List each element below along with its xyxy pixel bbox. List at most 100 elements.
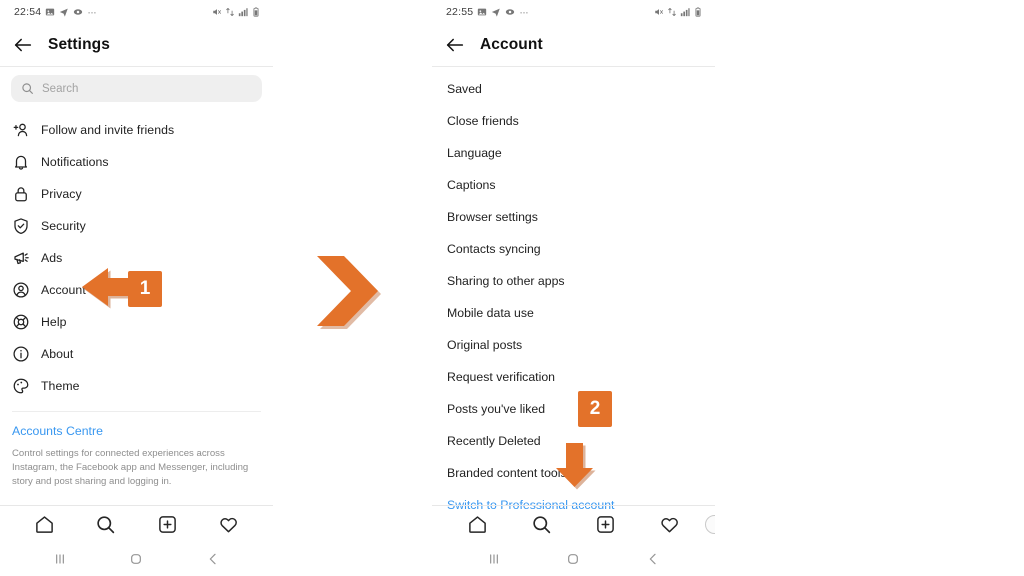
- system-navigation-bar: [432, 542, 715, 576]
- account-item-label: Saved: [447, 82, 482, 96]
- person-add-icon: [13, 123, 28, 137]
- data-sync-icon: [226, 7, 234, 17]
- account-item-label: Language: [447, 146, 502, 160]
- account-item-captions[interactable]: Captions: [432, 169, 715, 201]
- sidebar-item-label: About: [41, 347, 74, 361]
- sidebar-item-label: Help: [41, 315, 67, 329]
- status-bar-left-group: 22:54: [14, 7, 97, 18]
- sidebar-item-label: Follow and invite friends: [41, 123, 175, 137]
- add-post-icon[interactable]: [157, 514, 178, 535]
- signal-bars-icon: [680, 8, 690, 17]
- accounts-centre-section: Accounts Centre Control settings for con…: [0, 412, 273, 489]
- account-item-original-posts[interactable]: Original posts: [432, 329, 715, 361]
- sidebar-item-ads[interactable]: Ads: [0, 242, 273, 274]
- back-chevron-icon[interactable]: [205, 551, 221, 567]
- megaphone-icon: [14, 252, 29, 265]
- sidebar-item-label: Privacy: [41, 187, 82, 201]
- account-circle-icon: [13, 282, 29, 298]
- heart-icon[interactable]: [218, 514, 239, 535]
- sidebar-item-label: Notifications: [41, 155, 109, 169]
- home-circle-icon[interactable]: [565, 551, 581, 567]
- account-header: Account: [432, 24, 715, 66]
- account-item-sharing-to-other-apps[interactable]: Sharing to other apps: [432, 265, 715, 297]
- palette-icon: [13, 378, 29, 394]
- bottom-navigation-left: [0, 505, 273, 576]
- sidebar-item-follow-and-invite-friends[interactable]: Follow and invite friends: [0, 114, 273, 146]
- sidebar-item-notifications[interactable]: Notifications: [0, 146, 273, 178]
- flow-chevron-right-icon: [317, 256, 381, 329]
- back-arrow-icon[interactable]: [12, 34, 34, 56]
- sidebar-item-privacy[interactable]: Privacy: [0, 178, 273, 210]
- settings-header: Settings: [0, 24, 273, 66]
- account-item-request-verification[interactable]: Request verification: [432, 361, 715, 393]
- search-icon[interactable]: [531, 514, 552, 535]
- account-item-contacts-syncing[interactable]: Contacts syncing: [432, 233, 715, 265]
- tab-bar: [432, 506, 715, 542]
- account-item-label: Sharing to other apps: [447, 274, 565, 288]
- sidebar-item-label: Theme: [41, 379, 80, 393]
- status-bar-right-group: [212, 0, 261, 24]
- lifebuoy-icon: [13, 314, 29, 330]
- search-icon[interactable]: [95, 514, 116, 535]
- step-2-badge: 2: [578, 391, 612, 427]
- settings-list: Follow and invite friends Notifications …: [0, 108, 273, 402]
- account-item-mobile-data-use[interactable]: Mobile data use: [432, 297, 715, 329]
- page-title: Account: [480, 36, 543, 53]
- sidebar-item-security[interactable]: Security: [0, 210, 273, 242]
- account-item-language[interactable]: Language: [432, 137, 715, 169]
- account-item-label: Browser settings: [447, 210, 538, 224]
- profile-avatar-icon[interactable]: [705, 515, 715, 534]
- data-sync-icon: [668, 7, 676, 17]
- account-item-label: Branded content tools: [447, 466, 567, 480]
- search-input[interactable]: Search: [11, 75, 262, 102]
- eye-icon: [74, 9, 83, 15]
- page-title: Settings: [48, 36, 110, 53]
- add-post-icon[interactable]: [595, 514, 616, 535]
- accounts-centre-description: Control settings for connected experienc…: [12, 448, 249, 487]
- search-placeholder: Search: [42, 82, 79, 95]
- sidebar-item-label: Ads: [41, 251, 63, 265]
- home-circle-icon[interactable]: [128, 551, 144, 567]
- search-container: Search: [0, 67, 273, 108]
- sidebar-item-theme[interactable]: Theme: [0, 370, 273, 402]
- account-item-saved[interactable]: Saved: [432, 73, 715, 105]
- step-1-arrow-left-icon: [82, 268, 132, 309]
- account-item-label: Request verification: [447, 370, 555, 384]
- tab-bar: [0, 506, 273, 542]
- telegram-send-icon: [60, 8, 69, 17]
- status-time: 22:54: [14, 5, 42, 18]
- status-bar-left-group: 22:55: [446, 7, 529, 18]
- step-2-arrow-down-icon: [556, 443, 596, 490]
- back-chevron-icon[interactable]: [645, 551, 661, 567]
- sidebar-item-help[interactable]: Help: [0, 306, 273, 338]
- image-icon: [478, 8, 487, 16]
- lock-icon: [15, 187, 27, 202]
- info-circle-icon: [13, 346, 29, 362]
- home-icon[interactable]: [34, 514, 55, 535]
- step-1-badge: 1: [128, 271, 162, 307]
- search-icon: [22, 83, 33, 94]
- account-item-posts-youve-liked[interactable]: Posts you've liked: [432, 393, 715, 425]
- account-item-label: Original posts: [447, 338, 523, 352]
- account-item-label: Posts you've liked: [447, 402, 546, 416]
- volume-mute-icon: [213, 9, 222, 15]
- shield-check-icon: [14, 218, 28, 234]
- recents-icon[interactable]: [486, 551, 502, 567]
- heart-icon[interactable]: [659, 514, 680, 535]
- account-item-label: Mobile data use: [447, 306, 534, 320]
- home-icon[interactable]: [467, 514, 488, 535]
- status-bar-left: 22:54: [0, 0, 273, 24]
- account-item-label: Contacts syncing: [447, 242, 541, 256]
- system-navigation-bar: [0, 542, 273, 576]
- signal-bars-icon: [238, 8, 248, 17]
- account-item-close-friends[interactable]: Close friends: [432, 105, 715, 137]
- account-item-browser-settings[interactable]: Browser settings: [432, 201, 715, 233]
- back-arrow-icon[interactable]: [444, 34, 466, 56]
- more-dots-icon: [88, 12, 96, 14]
- account-item-label: Close friends: [447, 114, 519, 128]
- sidebar-item-about[interactable]: About: [0, 338, 273, 370]
- recents-icon[interactable]: [52, 551, 68, 567]
- image-icon: [46, 8, 55, 16]
- accounts-centre-link[interactable]: Accounts Centre: [12, 424, 261, 438]
- account-item-label: Recently Deleted: [447, 434, 541, 448]
